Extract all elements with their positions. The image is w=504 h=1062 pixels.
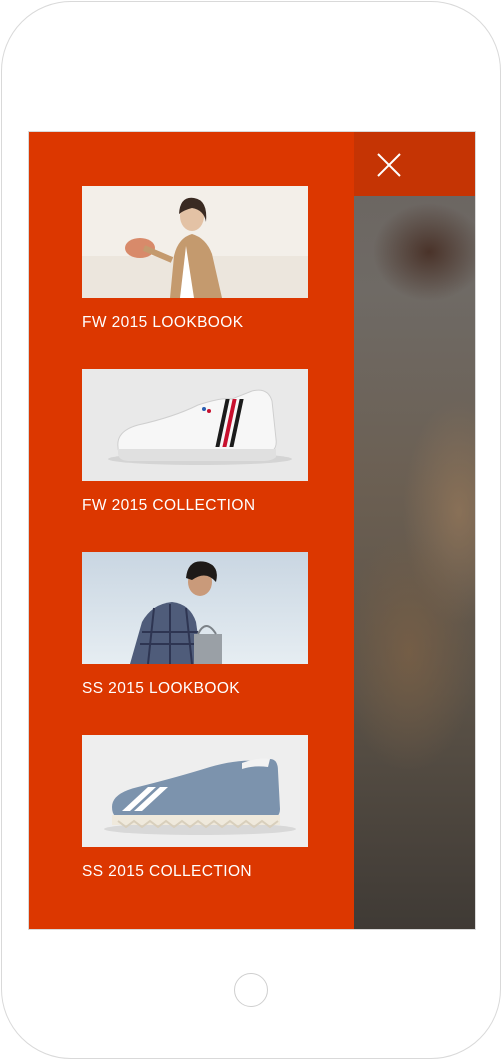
menu-item-ss2015-collection[interactable]: SS 2015 COLLECTION — [82, 735, 310, 881]
menu-item-fw2015-collection[interactable]: FW 2015 COLLECTION — [82, 369, 310, 515]
menu-item-image — [82, 735, 308, 847]
menu-item-ss2015-lookbook[interactable]: SS 2015 LOOKBOOK — [82, 552, 310, 698]
menu-item-label: FW 2015 COLLECTION — [82, 497, 256, 514]
home-button[interactable] — [234, 973, 268, 1007]
menu-item-label: SS 2015 LOOKBOOK — [82, 680, 241, 697]
close-icon — [377, 153, 401, 177]
menu-item-image — [82, 186, 308, 298]
menu-item-image — [82, 552, 308, 664]
menu-item-fw2015-lookbook[interactable]: FW 2015 LOOKBOOK — [82, 186, 310, 332]
app-screen: FW 2015 LOOKBOOK FW 2015 COLLECTION SS 2… — [28, 131, 476, 930]
menu-item-label: FW 2015 LOOKBOOK — [82, 314, 244, 331]
menu-item-image — [82, 369, 308, 481]
side-menu-drawer: FW 2015 LOOKBOOK FW 2015 COLLECTION SS 2… — [29, 132, 354, 929]
close-button[interactable] — [369, 148, 409, 182]
menu-item-label: SS 2015 COLLECTION — [82, 863, 253, 880]
